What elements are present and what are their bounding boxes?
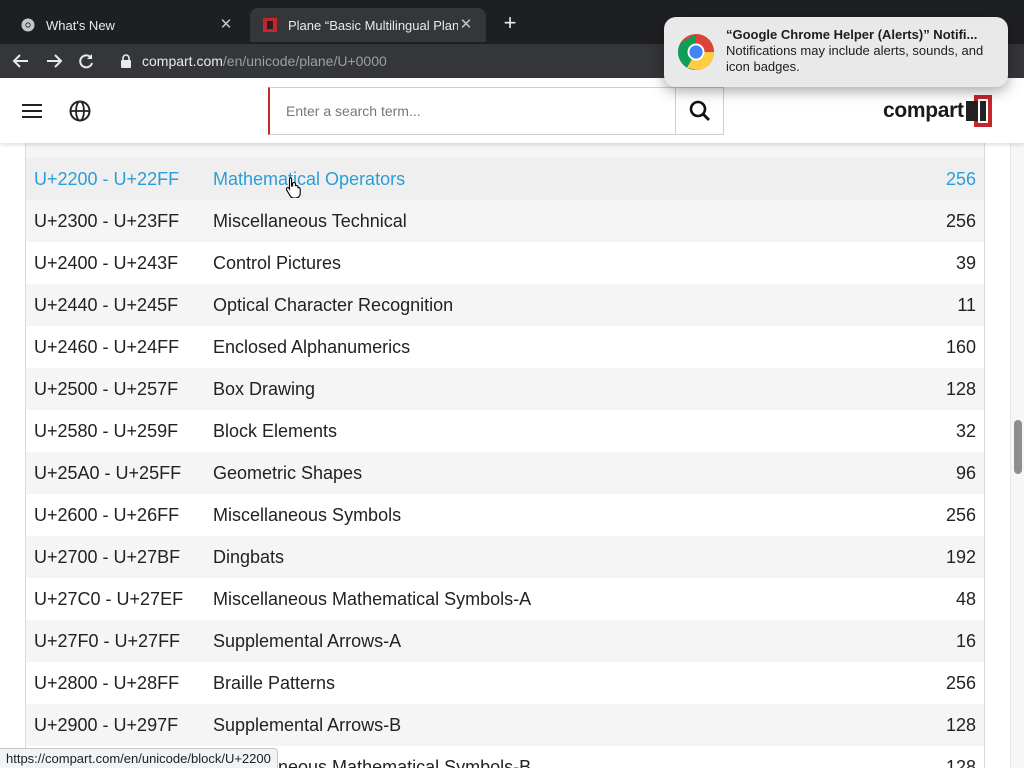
block-range: U+25A0 - U+25FF [34,462,182,483]
page-scrollbar[interactable] [1010,143,1024,768]
main-content: U+2190 - U+21FFArrows112 U+2200 - U+22FF M… [0,143,1010,768]
tab-whats-new[interactable]: What's New ✕ [8,8,246,42]
search-button[interactable] [675,87,724,135]
block-count: 256 [945,504,976,525]
block-range: U+2600 - U+26FF [34,504,180,525]
table-row[interactable]: U+2800 - U+28FF Braille Patterns 256 [26,662,984,704]
unicode-block-table: U+2190 - U+21FFArrows112 U+2200 - U+22FF M… [25,143,985,768]
block-name[interactable]: Block Elements [213,421,884,442]
block-name[interactable]: Optical Character Recognition [213,295,884,316]
block-count: 11 [957,294,976,315]
chrome-icon [20,17,36,33]
compart-logo[interactable]: compart [883,95,992,127]
block-count: 256 [945,168,976,189]
block-count: 128 [945,714,976,735]
table-row[interactable]: U+25A0 - U+25FF Geometric Shapes 96 [26,452,984,494]
block-range: U+2190 - U+21FF [26,143,213,148]
block-name[interactable]: Control Pictures [213,253,884,274]
block-range: U+2440 - U+245F [34,294,179,315]
block-count: 16 [955,630,976,651]
block-range: U+2700 - U+27BF [34,546,181,567]
block-range: U+27C0 - U+27EF [34,588,184,609]
back-icon[interactable] [9,49,33,73]
block-name[interactable]: Miscellaneous Technical [213,211,884,232]
table-row[interactable]: U+2460 - U+24FF Enclosed Alphanumerics 160 [26,326,984,368]
table-row[interactable]: U+2700 - U+27BF Dingbats 192 [26,536,984,578]
block-range: U+2500 - U+257F [34,378,179,399]
block-count: 160 [945,336,976,357]
block-count: 256 [945,210,976,231]
logo-text: compart [883,99,964,122]
globe-icon[interactable] [69,100,91,122]
block-count: 48 [955,588,976,609]
compart-favicon-icon [262,17,278,33]
block-range: U+2300 - U+23FF [34,210,180,231]
forward-icon[interactable] [42,49,66,73]
block-name[interactable]: Miscellaneous Symbols [213,505,884,526]
hand-pointer-cursor-icon [285,176,303,199]
block-name[interactable]: Miscellaneous Mathematical Symbols-A [213,589,884,610]
table-row[interactable]: U+2500 - U+257F Box Drawing 128 [26,368,984,410]
table-row[interactable]: U+2400 - U+243F Control Pictures 39 [26,242,984,284]
block-range: U+2580 - U+259F [34,420,179,441]
table-row[interactable]: U+2300 - U+23FF Miscellaneous Technical 25… [26,200,984,242]
address-bar[interactable]: compart.com/en/unicode/plane/U+0000 [108,47,688,75]
block-count: 96 [955,462,976,483]
close-tab-icon[interactable]: ✕ [458,17,474,33]
block-range: U+2400 - U+243F [34,252,179,273]
notification-body: Notifications may include alerts, sounds… [726,43,984,74]
close-tab-icon[interactable]: ✕ [218,17,234,33]
block-name[interactable]: Dingbats [213,547,884,568]
block-count: 39 [955,252,976,273]
notification-title: “Google Chrome Helper (Alerts)” Notifi..… [726,27,978,42]
google-chrome-icon [676,32,716,72]
block-name[interactable]: Enclosed Alphanumerics [213,337,884,358]
lock-icon [120,54,134,68]
table-row[interactable]: U+2580 - U+259F Block Elements 32 [26,410,984,452]
table-row[interactable]: U+2200 - U+22FF Mathematical Operators 256 [26,158,984,200]
site-header: compart [0,79,1024,143]
reload-icon[interactable] [74,49,98,73]
block-range: U+2460 - U+24FF [34,336,180,357]
search-icon [689,100,710,121]
link-status-bar: https://compart.com/en/unicode/block/U+2… [0,748,278,768]
compart-logo-mark-icon [965,95,992,127]
table-row[interactable]: U+2900 - U+297F Supplemental Arrows-B 128 [26,704,984,746]
block-range: U+27F0 - U+27FF [34,630,181,651]
block-name[interactable]: Supplemental Arrows-A [213,631,884,652]
table-row[interactable]: U+27F0 - U+27FF Supplemental Arrows-A 16 [26,620,984,662]
new-tab-button[interactable]: + [498,12,522,36]
block-count: 128 [945,378,976,399]
table-row[interactable]: U+2190 - U+21FFArrows112 [26,143,984,158]
notification-text: “Google Chrome Helper (Alerts)” Notifi..… [726,27,996,75]
search-input[interactable] [286,103,675,119]
table-row[interactable]: U+2440 - U+245F Optical Character Recogni… [26,284,984,326]
block-count: 128 [945,756,976,768]
search-field[interactable] [268,87,676,135]
url-host: compart.com [142,53,223,69]
chrome-notification[interactable]: “Google Chrome Helper (Alerts)” Notifi..… [664,17,1008,87]
menu-icon[interactable] [21,100,43,122]
tab-title: Plane “Basic Multilingual Plane [288,17,458,33]
table-row[interactable]: U+27C0 - U+27EF Miscellaneous Mathematica… [26,578,984,620]
scrollbar-thumb[interactable] [1014,420,1022,474]
block-name[interactable]: Box Drawing [213,379,884,400]
block-count: 256 [945,672,976,693]
block-name[interactable]: Miscellaneous Mathematical Symbols-B [213,757,884,768]
block-count: 192 [945,546,976,567]
tab-basic-multilingual-plane[interactable]: Plane “Basic Multilingual Plane ✕ [250,8,486,42]
block-range: U+2900 - U+297F [34,714,179,735]
block-name[interactable]: Mathematical Operators [213,169,884,190]
block-count: 112 [884,143,984,148]
block-name[interactable]: Geometric Shapes [213,463,884,484]
block-range: U+2800 - U+28FF [34,672,180,693]
block-count: 32 [955,420,976,441]
table-row[interactable]: U+2600 - U+26FF Miscellaneous Symbols 256 [26,494,984,536]
url-path: /en/unicode/plane/U+0000 [222,53,387,69]
block-name[interactable]: Braille Patterns [213,673,884,694]
block-name[interactable]: Arrows [213,143,884,148]
block-range: U+2200 - U+22FF [34,168,180,189]
tab-title: What's New [46,17,115,33]
block-name[interactable]: Supplemental Arrows-B [213,715,884,736]
